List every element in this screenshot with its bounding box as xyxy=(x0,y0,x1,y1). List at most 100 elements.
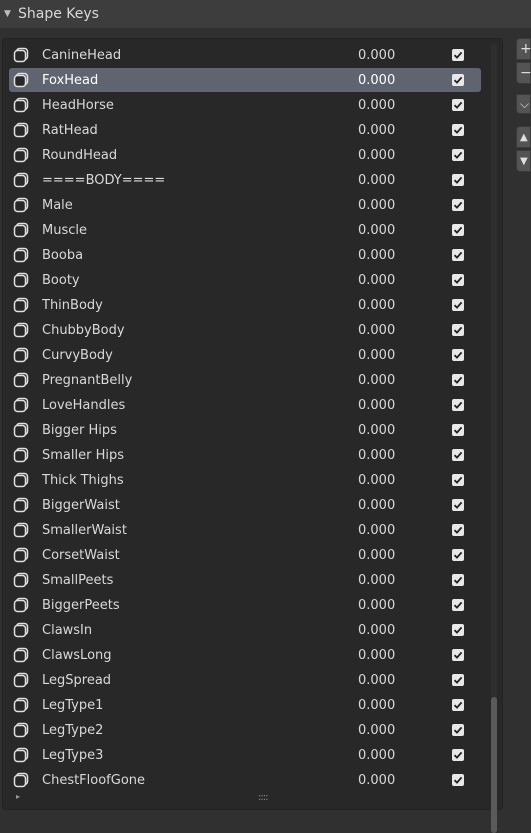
list-resize-grip-icon[interactable]: :::: xyxy=(258,792,269,803)
shape-key-value-field[interactable]: 0.000 xyxy=(358,323,438,338)
shape-key-mute-checkbox[interactable] xyxy=(452,174,464,186)
shape-key-name[interactable]: Male xyxy=(42,198,358,213)
move-down-button[interactable]: ▼ xyxy=(516,150,531,172)
shape-key-mute-checkbox[interactable] xyxy=(452,399,464,411)
shape-key-name[interactable]: CorsetWaist xyxy=(42,548,358,563)
shape-key-name[interactable]: LegType2 xyxy=(42,723,358,738)
shape-key-mute-checkbox[interactable] xyxy=(452,574,464,586)
shape-key-name[interactable]: Smaller Hips xyxy=(42,448,358,463)
shape-key-row[interactable]: LegType3 0.000 xyxy=(9,743,481,767)
shape-key-value-field[interactable]: 0.000 xyxy=(358,448,438,463)
shape-key-mute-checkbox[interactable] xyxy=(452,374,464,386)
shape-key-name[interactable]: PregnantBelly xyxy=(42,373,358,388)
shape-keys-panel-header[interactable]: ▼ Shape Keys xyxy=(0,0,531,28)
shape-key-row[interactable]: LoveHandles 0.000 xyxy=(9,393,481,417)
shape-key-row[interactable]: Booba 0.000 xyxy=(9,243,481,267)
shape-key-row[interactable]: CorsetWaist 0.000 xyxy=(9,543,481,567)
add-shape-key-button[interactable]: + xyxy=(516,38,531,60)
shape-key-mute-checkbox[interactable] xyxy=(452,274,464,286)
shape-key-value-field[interactable]: 0.000 xyxy=(358,148,438,163)
shape-key-name[interactable]: Booba xyxy=(42,248,358,263)
filter-options-triangle-icon[interactable]: ▸ xyxy=(16,792,20,801)
shape-key-name[interactable]: LoveHandles xyxy=(42,398,358,413)
shape-key-value-field[interactable]: 0.000 xyxy=(358,598,438,613)
shape-key-value-field[interactable]: 0.000 xyxy=(358,398,438,413)
shape-key-row[interactable]: CurvyBody 0.000 xyxy=(9,343,481,367)
shape-key-value-field[interactable]: 0.000 xyxy=(358,198,438,213)
shape-key-name[interactable]: CurvyBody xyxy=(42,348,358,363)
shape-key-name[interactable]: ThinBody xyxy=(42,298,358,313)
shape-key-mute-checkbox[interactable] xyxy=(452,224,464,236)
shape-key-mute-checkbox[interactable] xyxy=(452,299,464,311)
shape-key-mute-checkbox[interactable] xyxy=(452,774,464,786)
shape-key-mute-checkbox[interactable] xyxy=(452,649,464,661)
shape-key-mute-checkbox[interactable] xyxy=(452,349,464,361)
shape-key-name[interactable]: LegType1 xyxy=(42,698,358,713)
shape-key-name[interactable]: BiggerWaist xyxy=(42,498,358,513)
shape-key-row[interactable]: ThinBody 0.000 xyxy=(9,293,481,317)
shape-key-mute-checkbox[interactable] xyxy=(452,149,464,161)
shape-key-row[interactable]: PregnantBelly 0.000 xyxy=(9,368,481,392)
shape-key-mute-checkbox[interactable] xyxy=(452,599,464,611)
shape-key-name[interactable]: LegSpread xyxy=(42,673,358,688)
shape-key-name[interactable]: LegType3 xyxy=(42,748,358,763)
shape-key-value-field[interactable]: 0.000 xyxy=(358,498,438,513)
shape-key-row[interactable]: ====BODY==== 0.000 xyxy=(9,168,481,192)
shape-key-value-field[interactable]: 0.000 xyxy=(358,48,438,63)
shape-key-value-field[interactable]: 0.000 xyxy=(358,273,438,288)
shape-key-value-field[interactable]: 0.000 xyxy=(358,73,438,88)
shape-key-name[interactable]: ====BODY==== xyxy=(42,173,358,188)
shape-key-value-field[interactable]: 0.000 xyxy=(358,223,438,238)
shape-key-name[interactable]: BiggerPeets xyxy=(42,598,358,613)
shape-key-row[interactable]: LegType2 0.000 xyxy=(9,718,481,742)
shape-key-name[interactable]: Booty xyxy=(42,273,358,288)
shape-key-value-field[interactable]: 0.000 xyxy=(358,173,438,188)
shape-key-name[interactable]: RoundHead xyxy=(42,148,358,163)
shape-key-mute-checkbox[interactable] xyxy=(452,449,464,461)
shape-key-row[interactable]: CanineHead 0.000 xyxy=(9,43,481,67)
shape-key-name[interactable]: ChubbyBody xyxy=(42,323,358,338)
shape-key-row[interactable]: RatHead 0.000 xyxy=(9,118,481,142)
shape-key-name[interactable]: CanineHead xyxy=(42,48,358,63)
shape-key-row[interactable]: ClawsIn 0.000 xyxy=(9,618,481,642)
shape-key-row[interactable]: HeadHorse 0.000 xyxy=(9,93,481,117)
remove-shape-key-button[interactable]: − xyxy=(516,62,531,84)
shape-key-name[interactable]: ChestFloofGone xyxy=(42,773,358,788)
shape-key-row[interactable]: Smaller Hips 0.000 xyxy=(9,443,481,467)
shape-key-row[interactable]: Booty 0.000 xyxy=(9,268,481,292)
shape-key-row[interactable]: FoxHead 0.000 xyxy=(9,68,481,92)
shape-key-row[interactable]: ChubbyBody 0.000 xyxy=(9,318,481,342)
shape-key-row[interactable]: ChestFloofGone 0.000 xyxy=(9,768,481,792)
shape-key-name[interactable]: ClawsLong xyxy=(42,648,358,663)
shape-key-row[interactable]: SmallPeets 0.000 xyxy=(9,568,481,592)
shape-key-mute-checkbox[interactable] xyxy=(452,524,464,536)
shape-key-value-field[interactable]: 0.000 xyxy=(358,423,438,438)
shape-key-row[interactable]: Thick Thighs 0.000 xyxy=(9,468,481,492)
scrollbar-track[interactable] xyxy=(491,43,497,795)
shape-key-name[interactable]: FoxHead xyxy=(42,73,358,88)
shape-key-mute-checkbox[interactable] xyxy=(452,724,464,736)
shape-key-value-field[interactable]: 0.000 xyxy=(358,373,438,388)
shape-key-name[interactable]: Bigger Hips xyxy=(42,423,358,438)
shape-key-mute-checkbox[interactable] xyxy=(452,249,464,261)
shape-key-value-field[interactable]: 0.000 xyxy=(358,648,438,663)
shape-key-mute-checkbox[interactable] xyxy=(452,549,464,561)
collapse-triangle-icon[interactable]: ▼ xyxy=(4,9,16,19)
shape-key-mute-checkbox[interactable] xyxy=(452,99,464,111)
shape-key-row[interactable]: Muscle 0.000 xyxy=(9,218,481,242)
shape-key-value-field[interactable]: 0.000 xyxy=(358,523,438,538)
shape-key-name[interactable]: ClawsIn xyxy=(42,623,358,638)
shape-key-value-field[interactable]: 0.000 xyxy=(358,473,438,488)
shape-key-value-field[interactable]: 0.000 xyxy=(358,248,438,263)
shape-key-mute-checkbox[interactable] xyxy=(452,74,464,86)
shape-key-mute-checkbox[interactable] xyxy=(452,199,464,211)
shape-key-value-field[interactable]: 0.000 xyxy=(358,698,438,713)
shape-key-mute-checkbox[interactable] xyxy=(452,424,464,436)
shape-key-mute-checkbox[interactable] xyxy=(452,124,464,136)
shape-key-mute-checkbox[interactable] xyxy=(452,499,464,511)
shape-key-name[interactable]: SmallerWaist xyxy=(42,523,358,538)
scrollbar-thumb[interactable] xyxy=(491,697,497,833)
shape-key-mute-checkbox[interactable] xyxy=(452,624,464,636)
shape-key-value-field[interactable]: 0.000 xyxy=(358,773,438,788)
shape-key-name[interactable]: HeadHorse xyxy=(42,98,358,113)
